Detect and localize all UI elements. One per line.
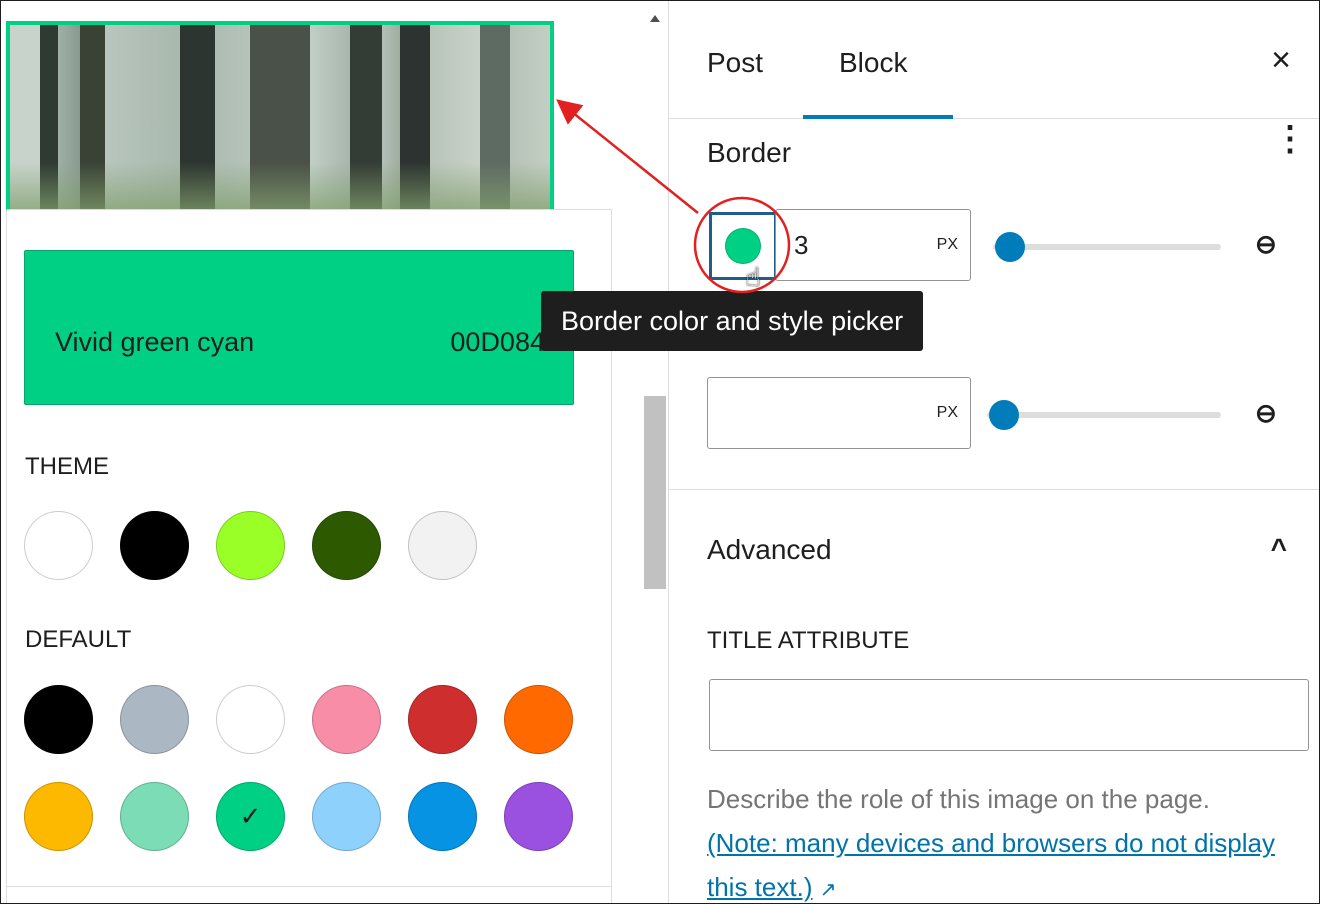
border-width-slider[interactable] (993, 232, 1221, 262)
panel-divider (669, 489, 1319, 490)
help-link[interactable]: (Note: many devices and browsers do not … (707, 828, 1275, 902)
title-attribute-input[interactable] (709, 679, 1309, 751)
border-radius-unit[interactable]: PX (937, 404, 958, 422)
theme-swatches (24, 511, 477, 580)
popover-divider (7, 886, 611, 887)
default-swatch[interactable] (408, 685, 477, 754)
default-swatch[interactable] (504, 782, 573, 851)
default-swatch[interactable]: ✓ (216, 782, 285, 851)
color-hex-value[interactable]: 00D084 (450, 327, 545, 358)
chevron-up-icon[interactable]: ^ (1271, 533, 1287, 565)
border-color-button[interactable] (709, 212, 777, 280)
theme-label: THEME (25, 453, 109, 480)
title-attribute-help: Describe the role of this image on the p… (707, 777, 1297, 904)
active-tab-indicator (803, 115, 953, 119)
tooltip: Border color and style picker (541, 291, 924, 351)
default-swatches-row-1 (24, 685, 573, 754)
color-preview: Vivid green cyan 00D084 (24, 250, 574, 405)
external-link-icon: ↗ (819, 879, 837, 901)
help-text: Describe the role of this image on the p… (707, 784, 1210, 814)
image-block[interactable] (6, 21, 554, 221)
more-options-icon[interactable]: ⋮ (1273, 122, 1307, 156)
advanced-panel-title[interactable]: Advanced (707, 534, 832, 566)
border-width-input[interactable]: 3 PX (775, 209, 971, 281)
default-swatch[interactable] (408, 782, 477, 851)
theme-swatch[interactable] (312, 511, 381, 580)
color-name: Vivid green cyan (55, 327, 255, 357)
default-swatch[interactable] (504, 685, 573, 754)
hand-cursor-icon: ☝ (745, 263, 761, 293)
default-swatch[interactable] (24, 685, 93, 754)
default-swatch[interactable] (24, 782, 93, 851)
border-color-swatch (725, 228, 761, 264)
scroll-thumb[interactable] (644, 396, 666, 589)
scroll-up-icon[interactable] (650, 15, 660, 22)
default-swatches-row-2: ✓ (24, 782, 573, 851)
theme-swatch[interactable] (216, 511, 285, 580)
tab-block[interactable]: Block (839, 47, 907, 79)
color-picker-popover: Vivid green cyan 00D084 THEME DEFAULT ✓ (6, 209, 612, 903)
border-panel-title: Border (707, 137, 792, 168)
tab-post[interactable]: Post (707, 47, 763, 79)
title-attribute-label: TITLE ATTRIBUTE (707, 627, 910, 654)
theme-swatch[interactable] (408, 511, 477, 580)
link-sides-icon[interactable]: ⊖ (1255, 229, 1277, 260)
slider-thumb[interactable] (995, 232, 1025, 262)
canvas-scrollbar[interactable] (641, 1, 669, 903)
sidebar-tabs: Post Block × (669, 1, 1319, 119)
border-radius-input[interactable]: PX (707, 377, 971, 449)
border-width-unit[interactable]: PX (937, 236, 958, 254)
slider-track[interactable] (987, 412, 1221, 418)
default-label: DEFAULT (25, 626, 132, 653)
theme-swatch[interactable] (120, 511, 189, 580)
slider-track[interactable] (993, 244, 1221, 250)
settings-sidebar: Post Block × Border ⋮ 3 PX ⊖ PX ⊖ Advanc… (669, 1, 1319, 903)
theme-swatch[interactable] (24, 511, 93, 580)
checkmark-icon: ✓ (239, 801, 262, 832)
default-swatch[interactable] (312, 685, 381, 754)
border-width-value: 3 (794, 230, 809, 260)
border-radius-slider[interactable] (987, 400, 1221, 430)
default-swatch[interactable] (216, 685, 285, 754)
default-swatch[interactable] (312, 782, 381, 851)
link-corners-icon[interactable]: ⊖ (1255, 398, 1277, 429)
default-swatch[interactable] (120, 685, 189, 754)
slider-thumb[interactable] (989, 400, 1019, 430)
default-swatch[interactable] (120, 782, 189, 851)
editor-canvas: Vivid green cyan 00D084 THEME DEFAULT ✓ (1, 1, 641, 903)
close-icon[interactable]: × (1271, 43, 1291, 77)
